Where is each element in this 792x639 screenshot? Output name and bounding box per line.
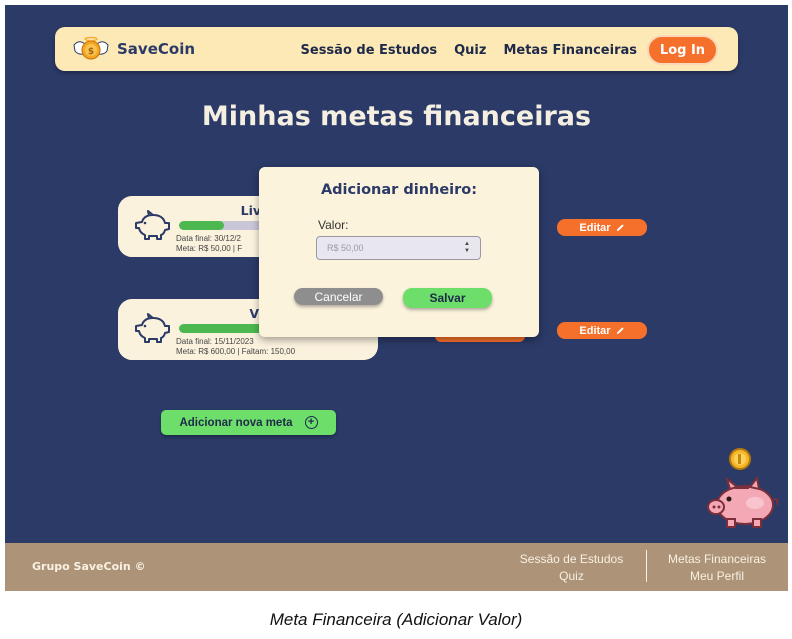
footer-links-right: Metas Financeiras Meu Perfil bbox=[657, 551, 777, 585]
pencil-icon bbox=[616, 224, 624, 232]
add-goal-label: Adicionar nova meta bbox=[179, 416, 293, 429]
footer-divider bbox=[646, 550, 647, 582]
pencil-icon bbox=[616, 327, 624, 335]
footer-link-financial-goals[interactable]: Metas Financeiras bbox=[657, 551, 777, 568]
stepper-arrows-icon[interactable]: ▲ ▼ bbox=[464, 241, 470, 255]
goal-progress-fill bbox=[179, 221, 224, 230]
edit-goal-button[interactable]: Editar bbox=[557, 322, 647, 339]
goal-date: Data final: 30/12/2 bbox=[176, 234, 241, 243]
save-button[interactable]: Salvar bbox=[403, 288, 492, 308]
value-label: Valor: bbox=[318, 218, 349, 232]
add-money-modal: Adicionar dinheiro: Valor: R$ 50,00 ▲ ▼ C… bbox=[259, 167, 539, 337]
login-button[interactable]: Log In bbox=[647, 35, 718, 65]
goal-amounts: Meta: R$ 600,00 | Faltam: 150,00 bbox=[176, 347, 296, 356]
svg-text:$: $ bbox=[88, 47, 94, 57]
goal-date: Data final: 15/11/2023 bbox=[176, 337, 254, 346]
footer-link-profile[interactable]: Meu Perfil bbox=[657, 568, 777, 585]
plus-circle-icon: + bbox=[304, 416, 318, 429]
goal-amounts: Meta: R$ 50,00 | F bbox=[176, 244, 243, 253]
footer-link-study-session[interactable]: Sessão de Estudos bbox=[508, 551, 635, 568]
modal-title: Adicionar dinheiro: bbox=[320, 182, 478, 198]
brand-name: SaveCoin bbox=[117, 40, 196, 58]
footer-brand: Grupo SaveCoin © bbox=[32, 560, 146, 573]
app-screen: $ SaveCoin Sessão de Estudos Quiz Metas … bbox=[5, 5, 788, 591]
logo[interactable]: $ SaveCoin bbox=[71, 35, 195, 63]
piggy-coin-mascot bbox=[707, 448, 779, 528]
value-placeholder: R$ 50,00 bbox=[327, 243, 364, 253]
navbar: $ SaveCoin Sessão de Estudos Quiz Metas … bbox=[55, 27, 738, 71]
nav-link-study-session[interactable]: Sessão de Estudos bbox=[301, 43, 438, 58]
value-input[interactable]: R$ 50,00 ▲ ▼ bbox=[316, 236, 481, 260]
edit-goal-button[interactable]: Editar bbox=[557, 219, 647, 236]
edit-label: Editar bbox=[579, 324, 611, 337]
nav-link-quiz[interactable]: Quiz bbox=[454, 43, 486, 58]
nav-links: Sessão de Estudos Quiz Metas Financeiras… bbox=[301, 35, 718, 65]
cancel-button[interactable]: Cancelar bbox=[294, 288, 383, 305]
figure-caption: Meta Financeira (Adicionar Valor) bbox=[269, 610, 523, 629]
footer: Grupo SaveCoin © Sessão de Estudos Quiz … bbox=[5, 543, 788, 591]
footer-link-quiz[interactable]: Quiz bbox=[508, 568, 635, 585]
edit-label: Editar bbox=[579, 221, 611, 234]
nav-link-financial-goals[interactable]: Metas Financeiras bbox=[503, 43, 637, 58]
add-goal-button[interactable]: Adicionar nova meta + bbox=[161, 410, 336, 435]
page-title: Minhas metas financeiras bbox=[201, 101, 592, 132]
footer-links-left: Sessão de Estudos Quiz bbox=[508, 551, 635, 585]
winged-coin-icon: $ bbox=[73, 36, 109, 60]
